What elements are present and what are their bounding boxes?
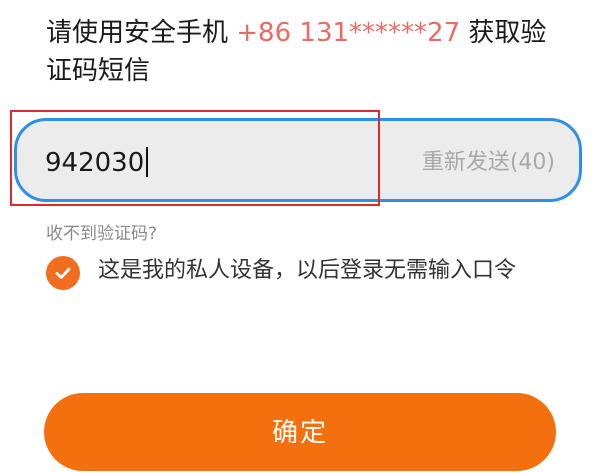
verification-code-value: 942030 xyxy=(45,148,145,178)
verification-prompt: 请使用安全手机 +86 131******27 获取验证码短信 xyxy=(46,14,566,90)
verification-code-field[interactable]: 942030 重新发送(40) xyxy=(14,118,582,202)
verification-code-input[interactable]: 942030 xyxy=(45,143,149,183)
resend-code-button[interactable]: 重新发送(40) xyxy=(422,143,555,183)
confirm-button[interactable]: 确定 xyxy=(44,393,556,471)
masked-phone-number: +86 131******27 xyxy=(236,18,461,48)
text-caret xyxy=(146,146,149,177)
check-icon xyxy=(55,267,71,279)
trusted-device-checkbox[interactable] xyxy=(46,256,80,290)
no-code-received-link[interactable]: 收不到验证码? xyxy=(46,219,157,244)
trusted-device-label: 这是我的私人设备，以后登录无需输入口令 xyxy=(98,258,517,283)
prompt-prefix: 请使用安全手机 xyxy=(46,18,237,48)
